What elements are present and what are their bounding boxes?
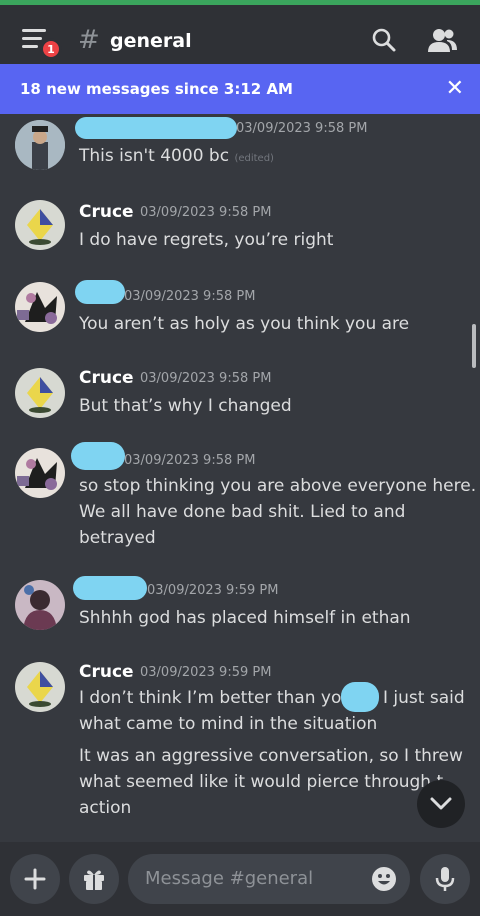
message-timestamp: 03/09/2023 9:59 PM [140, 665, 272, 680]
avatar-image [15, 448, 65, 498]
channel-hash-icon: # [78, 25, 100, 55]
redacted-username [73, 576, 147, 600]
avatar[interactable] [15, 120, 65, 170]
avatar[interactable] [15, 200, 65, 250]
notification-badge: 1 [40, 38, 62, 60]
add-button[interactable] [10, 854, 60, 904]
message-text: I don’t think I’m better than you [79, 688, 353, 708]
message-text: what seemed like it would pierce through… [79, 772, 444, 792]
new-messages-banner[interactable]: 18 new messages since 3:12 AM ✕ [0, 64, 480, 114]
members-icon[interactable] [428, 27, 458, 53]
message-timestamp: 03/09/2023 9:58 PM [124, 453, 256, 468]
new-messages-text: 18 new messages since 3:12 AM [20, 80, 293, 98]
message-text: action [79, 798, 132, 818]
jump-to-bottom-button[interactable] [417, 780, 465, 828]
username[interactable]: Cruce [79, 368, 134, 388]
avatar-image [15, 662, 65, 712]
avatar-image [15, 282, 65, 332]
channel-header: 1 # general [0, 0, 480, 64]
message-text: But that’s why I changed [79, 396, 292, 416]
edited-label: (edited) [234, 153, 274, 164]
avatar-image [15, 580, 65, 630]
message-text: so stop thinking you are above everyone … [79, 476, 477, 496]
message-input-placeholder: Message #general [145, 868, 314, 889]
voice-message-button[interactable] [420, 854, 470, 904]
message-text: It was an aggressive conversation, so I … [79, 746, 463, 766]
channel-name[interactable]: general [110, 30, 192, 52]
message-composer: Message #general [0, 842, 480, 916]
gift-icon [84, 870, 104, 890]
emoji-icon[interactable] [371, 866, 397, 892]
message-timestamp: 03/09/2023 9:58 PM [140, 371, 272, 386]
message-timestamp: 03/09/2023 9:58 PM [140, 205, 272, 220]
message-text: what came to mind in the situation [79, 714, 378, 734]
avatar[interactable] [15, 282, 65, 332]
redacted-username [75, 280, 125, 304]
avatar-image [15, 368, 65, 418]
avatar-image [15, 120, 65, 170]
message-input[interactable]: Message #general [128, 854, 410, 904]
avatar-image [15, 200, 65, 250]
message-timestamp: 03/09/2023 9:58 PM [236, 121, 368, 136]
message-text: betrayed [79, 528, 156, 548]
gift-button[interactable] [69, 854, 119, 904]
message-text: We all have done bad shit. Lied to and [79, 502, 406, 522]
chevron-down-icon [430, 797, 452, 810]
message-text: You aren’t as holy as you think you are [79, 314, 410, 334]
message-text: I just said [383, 688, 465, 708]
redacted-mention [341, 682, 379, 712]
redacted-username [71, 442, 125, 470]
avatar[interactable] [15, 368, 65, 418]
avatar[interactable] [15, 662, 65, 712]
avatar[interactable] [15, 448, 65, 498]
message-text: Shhhh god has placed himself in ethan [79, 608, 411, 628]
message-text: This isn't 4000 bc (edited) [79, 146, 274, 166]
close-icon[interactable]: ✕ [446, 76, 464, 101]
message-timestamp: 03/09/2023 9:58 PM [124, 289, 256, 304]
plus-icon [24, 868, 46, 890]
search-icon[interactable] [371, 27, 397, 53]
username[interactable]: Cruce [79, 202, 134, 222]
microphone-icon [435, 867, 455, 891]
message-list: 03/09/2023 9:58 PM This isn't 4000 bc (e… [0, 114, 480, 842]
redacted-username [75, 117, 237, 139]
message-text: I do have regrets, you’re right [79, 230, 334, 250]
avatar[interactable] [15, 580, 65, 630]
username[interactable]: Cruce [79, 662, 134, 682]
scrollbar-thumb[interactable] [472, 324, 476, 368]
message-timestamp: 03/09/2023 9:59 PM [147, 583, 279, 598]
